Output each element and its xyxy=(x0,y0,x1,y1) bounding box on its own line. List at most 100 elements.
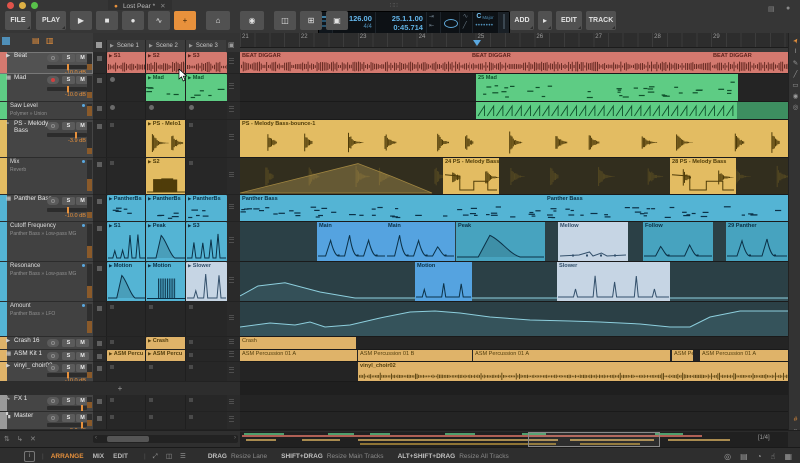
track-lanes-icon[interactable]: ——— xyxy=(229,237,237,244)
minimap-viewport[interactable] xyxy=(528,432,660,447)
delete-icon[interactable]: ✕ xyxy=(30,435,36,443)
launcher-clip[interactable]: ▶ PantherBs xyxy=(107,195,146,222)
launcher-clip[interactable]: ▶ ASM Percu xyxy=(107,350,146,362)
info-button[interactable]: i xyxy=(24,451,35,462)
track-lanes-icon[interactable]: ——— xyxy=(229,172,237,179)
track-lanes-icon[interactable]: ——— xyxy=(229,134,237,141)
arranger-clip[interactable]: ASM Per xyxy=(672,350,693,361)
ibeam-tool-icon[interactable]: I xyxy=(791,47,800,56)
arranger-clip[interactable]: Motion xyxy=(415,262,472,301)
launcher-scrollbar[interactable]: ‹› xyxy=(93,435,238,443)
scroll-right-arrow[interactable]: › xyxy=(234,435,236,441)
arranger-clip[interactable]: Main xyxy=(317,222,386,261)
clip-stop-button[interactable] xyxy=(93,395,106,411)
clip-slot[interactable] xyxy=(145,302,186,336)
auto-button[interactable] xyxy=(47,197,59,205)
arranger-clip[interactable]: Mellow xyxy=(558,222,628,261)
track-button[interactable]: TRACK xyxy=(586,11,616,30)
clip-slot[interactable] xyxy=(106,120,146,157)
clip-slot[interactable]: ▶ Peak xyxy=(145,222,186,261)
arranger-clip[interactable]: PS - Melody Bass-bounce-1 xyxy=(240,120,788,157)
mute-button[interactable]: M xyxy=(76,352,89,360)
scrollbar-thumb[interactable] xyxy=(107,436,149,442)
launcher-clip[interactable]: ▶ Motion xyxy=(107,262,146,302)
clip-slot[interactable]: ▶ PantherBs xyxy=(106,195,146,221)
arranger-ruler[interactable]: 212223242526272829 xyxy=(240,33,788,48)
track-header-saw-level[interactable]: Saw LevelPolymer » Union xyxy=(0,102,93,120)
keyboard-icon[interactable]: ▤ xyxy=(768,5,775,13)
clip-stop-button[interactable] xyxy=(93,262,106,301)
launcher-clip[interactable]: ▶ S1 xyxy=(107,52,146,74)
stop-button[interactable]: ■ xyxy=(96,11,118,30)
view-button-mix[interactable]: MIX xyxy=(93,453,105,460)
playhead-time[interactable]: 0:45.714 xyxy=(393,23,423,32)
clip-slot[interactable] xyxy=(106,302,146,336)
track-header-master[interactable]: ▚MasterSM0.0 dB xyxy=(0,412,93,430)
clip-slot[interactable] xyxy=(185,120,227,157)
lane-fader[interactable] xyxy=(87,160,92,191)
clip-slot[interactable] xyxy=(185,158,227,194)
clip-stop-button[interactable] xyxy=(93,195,106,221)
track-header-asm-kit-1[interactable]: ▦ASM Kit 1SM xyxy=(0,350,93,362)
solo-button[interactable]: S xyxy=(62,76,75,84)
lane-fader[interactable] xyxy=(87,104,92,116)
clip-slot[interactable] xyxy=(106,395,146,411)
arranger-clip[interactable]: Peak xyxy=(456,222,545,261)
launcher-clip[interactable]: ▶ Crash xyxy=(146,337,186,350)
launcher-clip[interactable]: ▶ Motion xyxy=(146,262,186,302)
clip-slot[interactable] xyxy=(145,412,186,429)
track-header-crash-16[interactable]: ▶Crash 16SM xyxy=(0,337,93,350)
launcher-clip[interactable]: ▶ S2 xyxy=(146,158,186,195)
clip-slot[interactable]: ▶ S2 xyxy=(145,158,186,194)
clip-slot[interactable] xyxy=(106,102,146,119)
clip-slot[interactable] xyxy=(106,362,146,381)
track-header-mad[interactable]: ▦MadSM-10.0 dB xyxy=(0,74,93,102)
play-menu-button[interactable]: PLAY xyxy=(36,11,66,30)
piano-status-icon[interactable]: ▦ xyxy=(784,452,792,461)
clip-slot[interactable] xyxy=(185,362,227,381)
scroll-left-arrow[interactable]: ‹ xyxy=(95,435,97,441)
launcher-clip[interactable]: ▶ S1 xyxy=(107,222,146,262)
clip-slot[interactable] xyxy=(106,412,146,429)
add-button[interactable]: + xyxy=(174,11,196,30)
solo-button[interactable]: S xyxy=(62,122,75,130)
add-track-row[interactable]: + xyxy=(0,382,240,396)
add-track-button[interactable]: ADD xyxy=(510,11,534,30)
lane-fader[interactable] xyxy=(87,304,92,333)
clip-slot[interactable]: ▶ PS - Melo1 xyxy=(145,120,186,157)
auto-button[interactable] xyxy=(47,352,59,360)
clip-slot[interactable]: ▶ S3 xyxy=(185,52,227,73)
arranger-clip[interactable]: BEAT DIGGAR xyxy=(470,52,711,73)
volume-fader[interactable] xyxy=(47,373,87,377)
knife-tool-icon[interactable]: ╱ xyxy=(791,69,800,78)
clip-slot[interactable] xyxy=(185,337,227,349)
time-signature[interactable]: 4/4 xyxy=(364,24,372,30)
launcher-clip[interactable]: ▶ Mad xyxy=(186,74,227,102)
clip-slot[interactable]: ▶ S3 xyxy=(185,222,227,261)
arranger-clip[interactable]: vinyl_choir02 xyxy=(358,362,788,381)
arranger-clip[interactable]: Panther Bass xyxy=(545,195,788,221)
solo-button[interactable]: S xyxy=(62,54,75,62)
track-lanes-icon[interactable]: ——— xyxy=(229,106,237,113)
track-header-resonance[interactable]: ResonancePanther Bass » Low-pass MG xyxy=(0,262,93,302)
track-lanes-icon[interactable]: ——— xyxy=(229,351,237,358)
arranger-clip[interactable]: BEAT DIGGAR xyxy=(711,52,788,73)
clip-slot[interactable]: ▶ PantherBs xyxy=(185,195,227,221)
clip-slot[interactable] xyxy=(185,395,227,411)
arranger-clip[interactable]: ASM Percussion 01 B xyxy=(358,350,472,361)
scene-header-1[interactable]: ▶Scene 1 xyxy=(106,40,145,52)
audition-tool-icon[interactable]: ◉ xyxy=(791,91,800,100)
clip-stop-button[interactable] xyxy=(93,337,106,349)
zoom-window-button[interactable] xyxy=(31,2,38,9)
auto-button[interactable] xyxy=(47,54,59,62)
launcher-clip[interactable]: ▶ S3 xyxy=(186,52,227,74)
track-header-beat[interactable]: ▶BeatSM-10.0 dB xyxy=(0,52,93,74)
launcher-clip[interactable]: ▶ PS - Melo1 xyxy=(146,120,186,158)
file-status-icon[interactable]: ▤ xyxy=(740,452,748,461)
scale-cell[interactable]: C Major ••••••• xyxy=(473,12,499,33)
clip-slot[interactable]: ▶ Crash xyxy=(145,337,186,349)
clip-slot[interactable]: ▶ Mad xyxy=(185,74,227,101)
scene-header-3[interactable]: ▶Scene 3 xyxy=(185,40,226,52)
arranger-clip[interactable] xyxy=(476,102,737,119)
lanes-icon[interactable]: ☰ xyxy=(180,453,186,460)
